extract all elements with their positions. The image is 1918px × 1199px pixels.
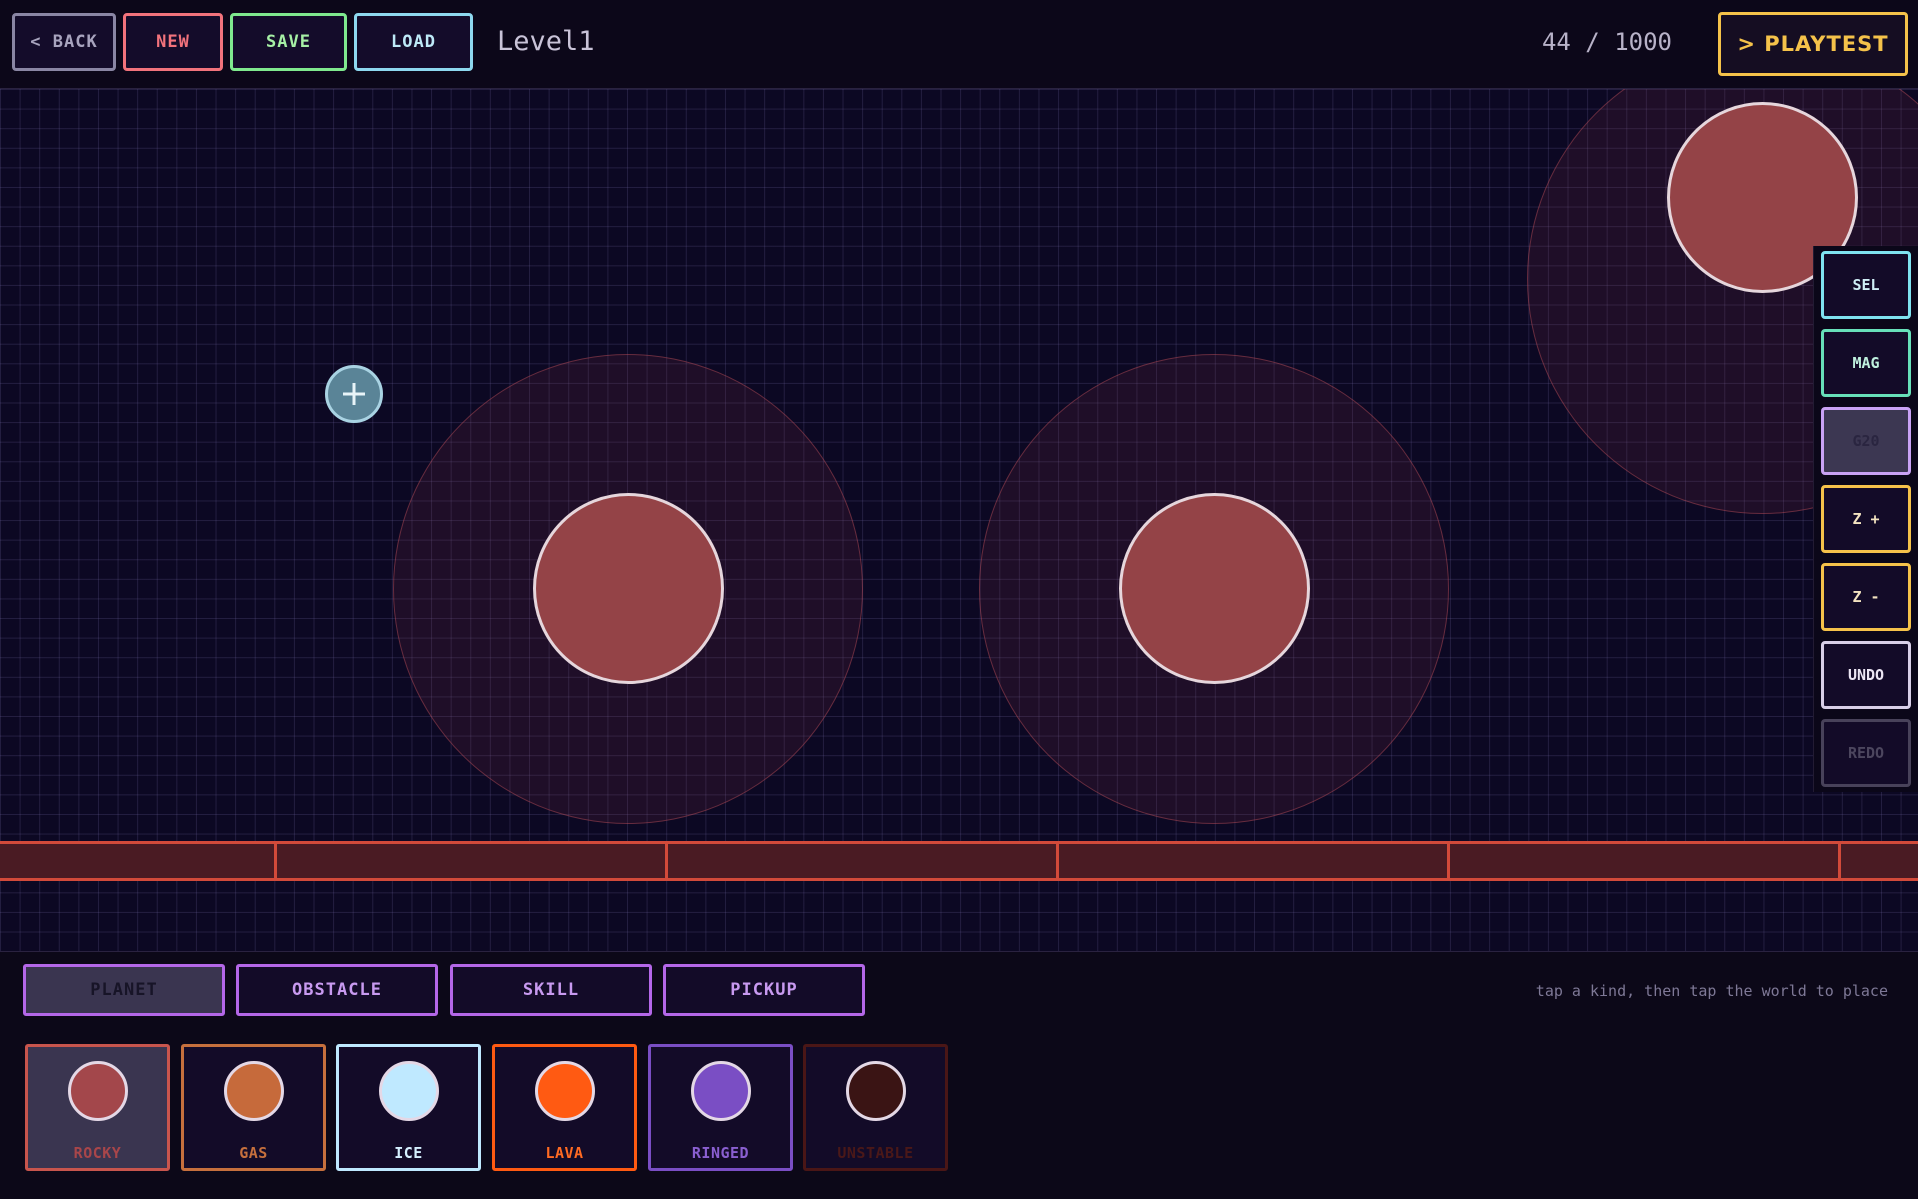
load-button[interactable]: LOAD (354, 13, 473, 71)
kind-label: UNSTABLE (837, 1144, 914, 1162)
object-palette: PLANET OBSTACLE SKILL PICKUP tap a kind,… (0, 951, 1918, 1199)
kind-label: LAVA (545, 1144, 584, 1162)
level-name[interactable]: Level1 (497, 26, 595, 57)
kind-unstable[interactable]: UNSTABLE (803, 1044, 948, 1171)
tab-obstacle[interactable]: OBSTACLE (236, 964, 438, 1016)
kind-ringed[interactable]: RINGED (648, 1044, 793, 1171)
zoom-out-button[interactable]: Z - (1821, 563, 1911, 631)
select-tool-button[interactable]: SEL (1821, 251, 1911, 319)
undo-button[interactable]: UNDO (1821, 641, 1911, 709)
kind-ice[interactable]: ICE (336, 1044, 481, 1171)
tab-skill[interactable]: SKILL (450, 964, 652, 1016)
gas-planet-icon (223, 1061, 284, 1121)
placement-hint: tap a kind, then tap the world to place (1535, 982, 1888, 1000)
save-button[interactable]: SAVE (230, 13, 347, 71)
rocky-planet-icon (67, 1061, 128, 1121)
kind-label: GAS (239, 1144, 268, 1162)
kind-label: RINGED (691, 1144, 750, 1162)
planet[interactable] (533, 493, 724, 684)
plus-icon (343, 383, 365, 405)
top-toolbar: < BACK NEW SAVE LOAD Level1 44 / 1000 > … (0, 0, 1918, 89)
kind-gas[interactable]: GAS (181, 1044, 326, 1171)
spawn-point-icon[interactable] (325, 365, 383, 423)
world-canvas[interactable] (0, 89, 1918, 951)
tool-rail: SEL MAG G20 Z + Z - UNDO REDO (1813, 246, 1918, 792)
back-button[interactable]: < BACK (12, 13, 116, 71)
playtest-button[interactable]: > PLAYTEST (1718, 12, 1908, 76)
new-button[interactable]: NEW (123, 13, 223, 71)
ice-planet-icon (378, 1061, 439, 1121)
floor-obstacle[interactable] (0, 841, 1918, 881)
kind-rocky[interactable]: ROCKY (25, 1044, 170, 1171)
ringed-planet-icon (690, 1061, 751, 1121)
zoom-in-button[interactable]: Z + (1821, 485, 1911, 553)
tab-planet[interactable]: PLANET (23, 964, 225, 1016)
tab-pickup[interactable]: PICKUP (663, 964, 865, 1016)
planet[interactable] (1119, 493, 1310, 684)
kind-label: ICE (394, 1144, 423, 1162)
redo-button[interactable]: REDO (1821, 719, 1911, 787)
kind-label: ROCKY (73, 1144, 122, 1162)
object-counter: 44 / 1000 (1541, 28, 1672, 56)
lava-planet-icon (534, 1061, 595, 1121)
grid-toggle-button[interactable]: G20 (1821, 407, 1911, 475)
unstable-planet-icon (845, 1061, 906, 1121)
kind-lava[interactable]: LAVA (492, 1044, 637, 1171)
magnet-tool-button[interactable]: MAG (1821, 329, 1911, 397)
